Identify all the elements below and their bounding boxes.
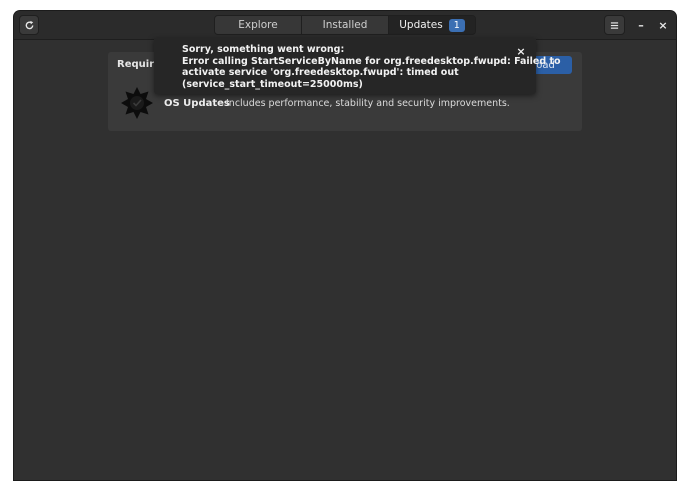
- refresh-icon: [25, 20, 33, 29]
- error-notification: Sorry, something went wrong: Error calli…: [154, 38, 561, 94]
- error-line: activate service 'org.freedesktop.fwupd'…: [182, 67, 459, 79]
- tab-updates[interactable]: Updates 1: [389, 16, 475, 34]
- gnome-software-window: Explore Installed Updates 1 – × Requires…: [14, 11, 676, 480]
- close-window-button[interactable]: ×: [655, 17, 671, 33]
- tab-installed[interactable]: Installed: [302, 16, 389, 34]
- error-message: Sorry, something went wrong: Error calli…: [182, 44, 561, 90]
- main-menu-button[interactable]: [604, 15, 625, 35]
- error-line: Sorry, something went wrong:: [182, 44, 345, 55]
- tab-explore[interactable]: Explore: [215, 16, 302, 34]
- os-updates-icon: [121, 87, 153, 119]
- headerbar: Explore Installed Updates 1 – ×: [14, 11, 676, 40]
- updates-count-badge: 1: [448, 18, 465, 32]
- minimize-button[interactable]: –: [633, 17, 649, 33]
- tab-label: Installed: [322, 19, 368, 31]
- error-line: (service_start_timeout=25000ms): [182, 78, 363, 90]
- tab-label: Updates: [399, 19, 443, 31]
- update-description: Includes performance, stability and secu…: [226, 98, 510, 109]
- refresh-button[interactable]: [19, 15, 39, 35]
- error-line: Error calling StartServiceByName for org…: [182, 55, 561, 67]
- hamburger-menu-icon: [610, 21, 619, 29]
- view-switcher: Explore Installed Updates 1: [214, 15, 476, 35]
- tab-label: Explore: [238, 19, 278, 31]
- update-title: OS Updates: [164, 98, 230, 109]
- close-notification-button[interactable]: ×: [515, 45, 527, 58]
